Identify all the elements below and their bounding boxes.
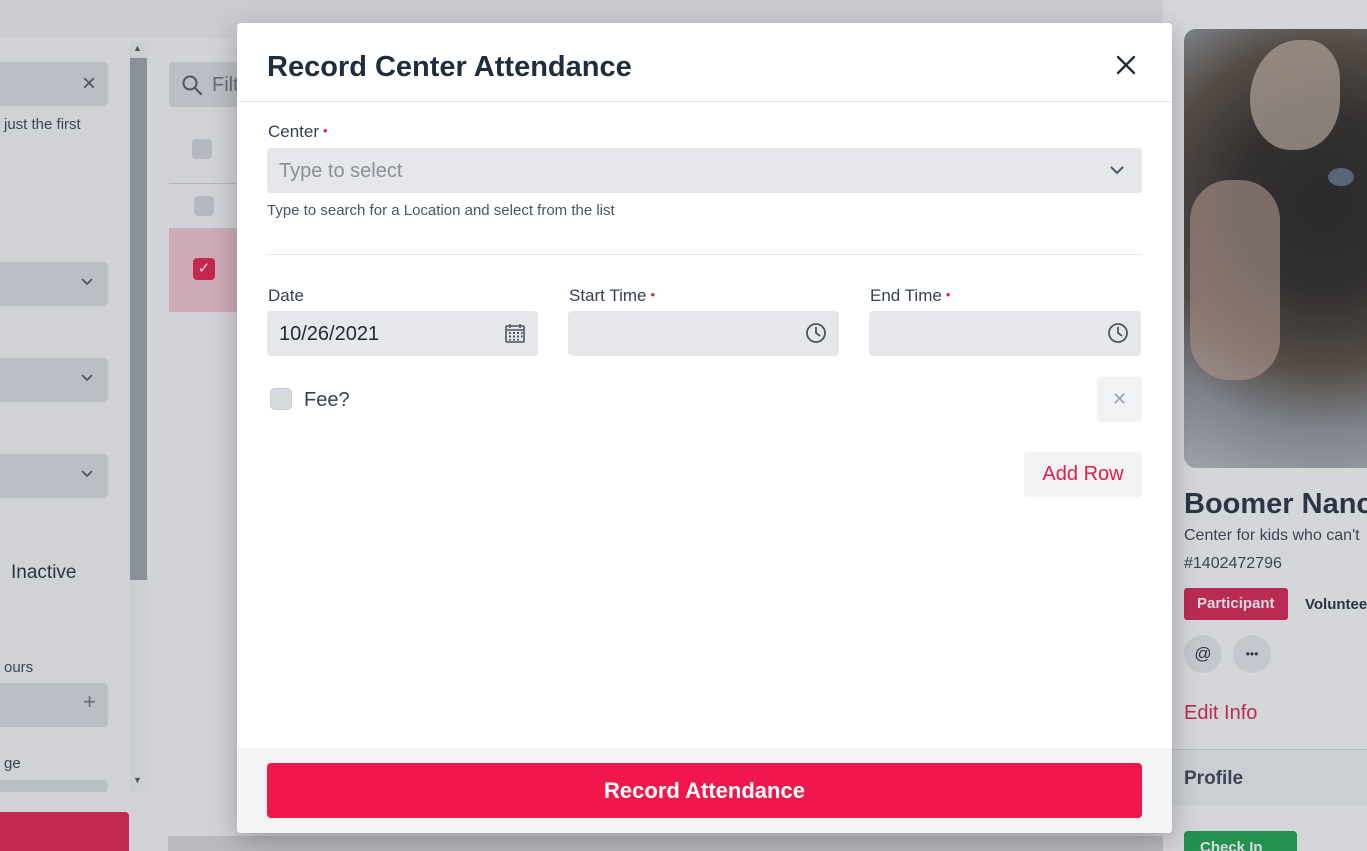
date-label: Date <box>268 286 304 306</box>
required-marker: • <box>945 287 951 302</box>
end-time-label: End Time • <box>870 286 950 306</box>
calendar-icon[interactable] <box>504 322 526 344</box>
date-label-text: Date <box>268 286 304 305</box>
chevron-down-icon[interactable] <box>1108 161 1126 179</box>
start-time-label-text: Start Time <box>569 286 647 305</box>
end-time-label-text: End Time <box>870 286 942 305</box>
dialog-header: Record Center Attendance <box>237 23 1172 102</box>
clock-icon[interactable] <box>1107 322 1129 344</box>
fee-checkbox[interactable] <box>270 388 292 410</box>
center-label: Center • <box>268 122 328 142</box>
record-attendance-button[interactable]: Record Attendance <box>267 763 1142 818</box>
section-divider <box>267 254 1142 255</box>
add-row-button[interactable]: Add Row <box>1024 452 1142 497</box>
dialog-title: Record Center Attendance <box>267 51 632 83</box>
start-time-label: Start Time • <box>569 286 655 306</box>
required-marker: • <box>323 123 328 138</box>
start-time-input[interactable] <box>568 311 839 356</box>
dialog-footer: Record Attendance <box>237 748 1172 833</box>
close-icon[interactable] <box>1114 53 1138 77</box>
close-icon: ✕ <box>1111 389 1128 409</box>
remove-row-button[interactable]: ✕ <box>1097 377 1142 422</box>
record-attendance-dialog: Record Center Attendance Center • Type to… <box>237 23 1172 833</box>
center-help-text: Type to search for a Location and select… <box>267 202 615 219</box>
clock-icon[interactable] <box>805 322 827 344</box>
end-time-input[interactable] <box>869 311 1141 356</box>
center-select[interactable]: Type to select <box>267 148 1142 193</box>
center-select-placeholder: Type to select <box>279 160 403 182</box>
date-input[interactable]: 10/26/2021 <box>267 311 538 356</box>
fee-label[interactable]: Fee? <box>304 389 350 412</box>
center-label-text: Center <box>268 122 320 141</box>
date-value: 10/26/2021 <box>279 323 380 345</box>
required-marker: • <box>650 287 656 302</box>
